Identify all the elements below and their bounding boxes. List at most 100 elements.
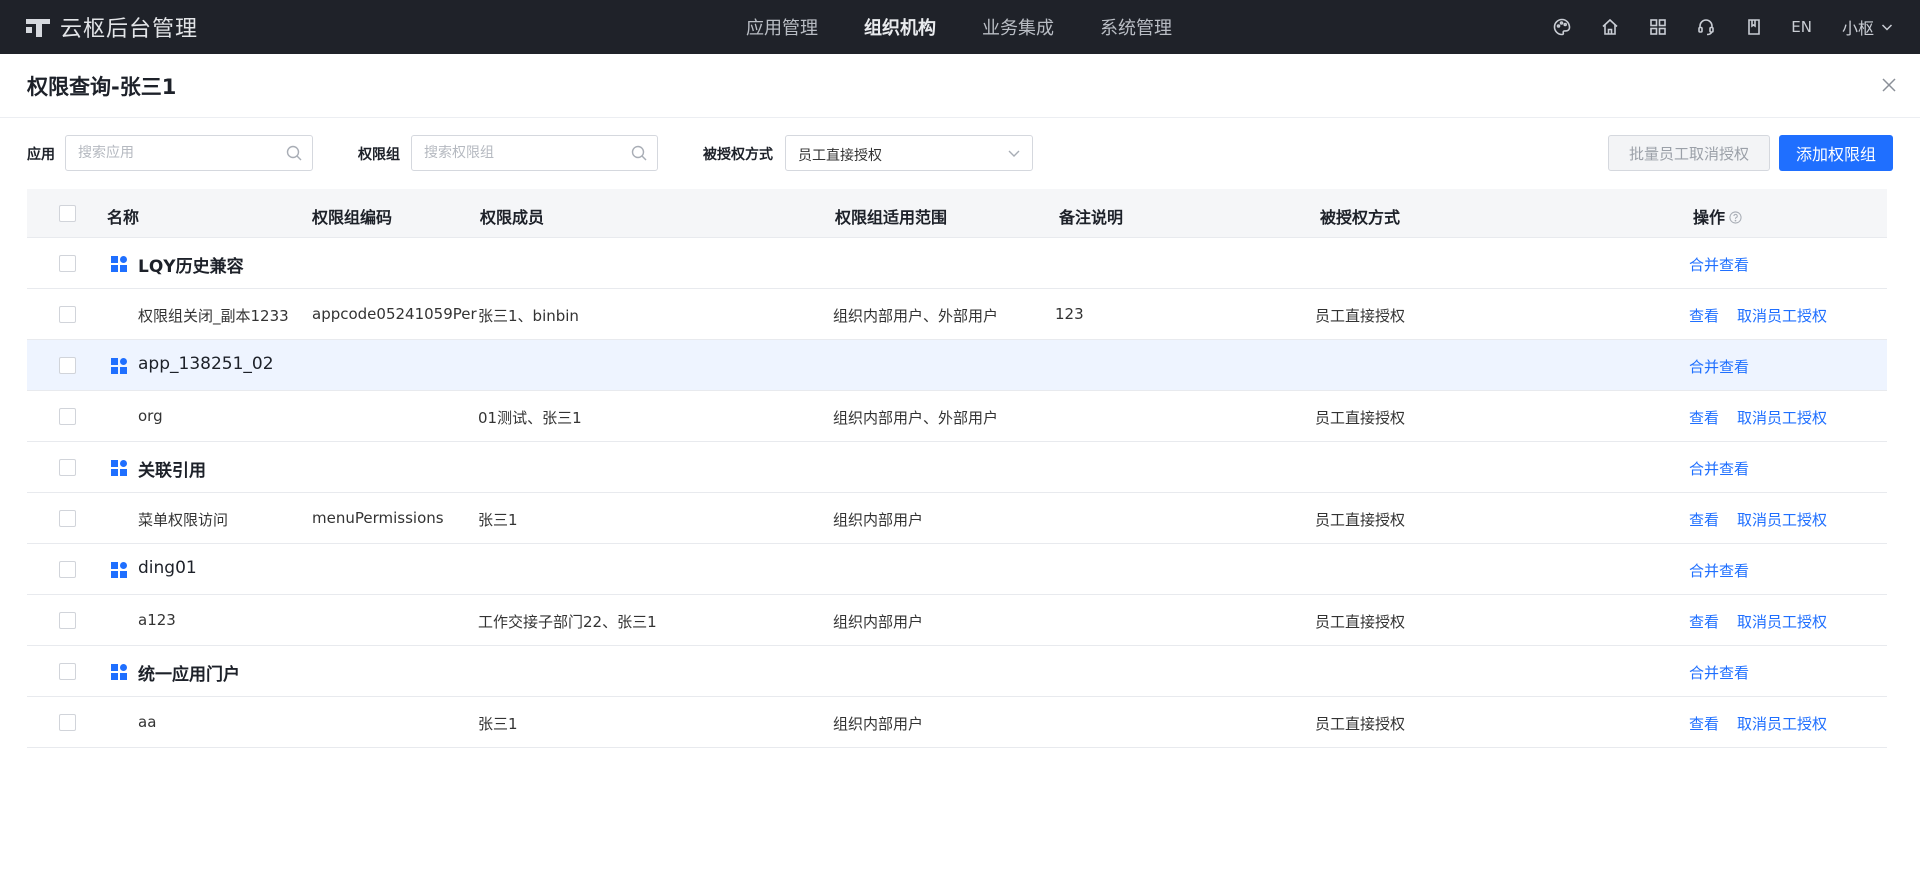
- group-name: 关联引用: [138, 461, 206, 481]
- table-row: 菜单权限访问 menuPermissions 张三1 组织内部用户 员工直接授权…: [27, 493, 1887, 544]
- nav-item-app-management[interactable]: 应用管理: [746, 14, 818, 40]
- row-scope: 组织内部用户: [833, 715, 924, 733]
- table-row: 权限组关闭_副本1233 appcode05241059Per 张三1、binb…: [27, 289, 1887, 340]
- table-header: 名称 权限组编码 权限成员 权限组适用范围 备注说明 被授权方式 操作: [27, 189, 1887, 238]
- table-group-row: 关联引用 合并查看: [27, 442, 1887, 493]
- search-icon[interactable]: [285, 144, 303, 162]
- home-icon[interactable]: [1599, 16, 1621, 38]
- group-name: 统一应用门户: [138, 665, 240, 685]
- user-menu[interactable]: 小枢: [1842, 15, 1894, 39]
- merge-view-link[interactable]: 合并查看: [1689, 662, 1749, 683]
- group-name: app_138251_02: [138, 354, 274, 374]
- row-checkbox[interactable]: [59, 561, 76, 578]
- grant-method-label: 被授权方式: [703, 147, 773, 163]
- group-filter-label: 权限组: [358, 147, 400, 163]
- row-checkbox[interactable]: [59, 408, 76, 425]
- row-checkbox[interactable]: [59, 459, 76, 476]
- view-link[interactable]: 查看: [1689, 611, 1719, 632]
- cancel-grant-link[interactable]: 取消员工授权: [1737, 407, 1827, 428]
- row-members: 张三1: [478, 715, 518, 733]
- table-group-row: 统一应用门户 合并查看: [27, 646, 1887, 697]
- view-link[interactable]: 查看: [1689, 305, 1719, 326]
- app-filter-label: 应用: [27, 147, 55, 163]
- search-icon[interactable]: [630, 144, 648, 162]
- column-header-name: 名称: [107, 208, 140, 227]
- help-icon[interactable]: [1729, 211, 1742, 224]
- row-members: 张三1、binbin: [478, 307, 579, 325]
- cancel-grant-link[interactable]: 取消员工授权: [1737, 713, 1827, 734]
- app-search-input[interactable]: [66, 136, 312, 170]
- grant-method-select[interactable]: 员工直接授权: [785, 135, 1033, 171]
- brand[interactable]: 云枢后台管理: [26, 0, 198, 54]
- app-search-box: [65, 135, 313, 171]
- book-icon[interactable]: [1743, 16, 1765, 38]
- support-headset-icon[interactable]: [1695, 16, 1717, 38]
- palette-icon[interactable]: [1551, 16, 1573, 38]
- table-row: org 01测试、张三1 组织内部用户、外部用户 员工直接授权 查看 取消员工授…: [27, 391, 1887, 442]
- row-remark: 123: [1055, 305, 1084, 323]
- column-header-actions: 操作: [1693, 204, 1742, 228]
- table-group-row: app_138251_02 合并查看: [27, 340, 1887, 391]
- column-header-scope: 权限组适用范围: [835, 208, 948, 227]
- merge-view-link[interactable]: 合并查看: [1689, 560, 1749, 581]
- cancel-grant-link[interactable]: 取消员工授权: [1737, 509, 1827, 530]
- merge-view-link[interactable]: 合并查看: [1689, 458, 1749, 479]
- table-group-row: ding01 合并查看: [27, 544, 1887, 595]
- column-header-grant-method: 被授权方式: [1320, 208, 1401, 227]
- language-switch[interactable]: EN: [1791, 18, 1812, 36]
- chevron-down-icon: [1881, 24, 1893, 31]
- table-row: a123 工作交接子部门22、张三1 组织内部用户 员工直接授权 查看 取消员工…: [27, 595, 1887, 646]
- app-grid-icon: [111, 460, 127, 476]
- nav-item-organization[interactable]: 组织机构: [864, 14, 936, 40]
- view-link[interactable]: 查看: [1689, 407, 1719, 428]
- column-header-code: 权限组编码: [312, 208, 393, 227]
- row-name: 权限组关闭_副本1233: [138, 307, 289, 325]
- actions-header-label: 操作: [1693, 208, 1726, 227]
- app-title: 云枢后台管理: [60, 17, 199, 42]
- row-members: 01测试、张三1: [478, 409, 582, 427]
- row-name: 菜单权限访问: [138, 511, 229, 529]
- row-checkbox[interactable]: [59, 306, 76, 323]
- select-all-checkbox[interactable]: [59, 205, 76, 222]
- batch-cancel-grant-button[interactable]: 批量员工取消授权: [1608, 135, 1770, 171]
- row-checkbox[interactable]: [59, 510, 76, 527]
- row-name: aa: [138, 713, 157, 731]
- app-grid-icon: [111, 562, 127, 578]
- app-grid-icon: [111, 256, 127, 272]
- main-nav: 应用管理 组织机构 业务集成 系统管理: [746, 0, 1218, 54]
- grid-apps-icon[interactable]: [1647, 16, 1669, 38]
- app-grid-icon: [111, 358, 127, 374]
- nav-item-business-integration[interactable]: 业务集成: [982, 14, 1054, 40]
- nav-item-system-management[interactable]: 系统管理: [1100, 14, 1172, 40]
- row-checkbox[interactable]: [59, 357, 76, 374]
- chevron-down-icon: [1008, 150, 1020, 157]
- row-checkbox[interactable]: [59, 255, 76, 272]
- permission-table: 名称 权限组编码 权限成员 权限组适用范围 备注说明 被授权方式 操作 LQY历…: [27, 189, 1887, 748]
- page-title: 权限查询-张三1: [27, 75, 177, 99]
- row-scope: 组织内部用户: [833, 511, 924, 529]
- row-grant-method: 员工直接授权: [1315, 307, 1406, 325]
- row-checkbox[interactable]: [59, 714, 76, 731]
- row-checkbox[interactable]: [59, 663, 76, 680]
- add-permission-group-button[interactable]: 添加权限组: [1779, 135, 1893, 171]
- cancel-grant-link[interactable]: 取消员工授权: [1737, 611, 1827, 632]
- row-code: appcode05241059Per: [312, 305, 477, 323]
- user-name: 小枢: [1841, 19, 1874, 38]
- row-checkbox[interactable]: [59, 612, 76, 629]
- panel-header: 权限查询-张三1: [0, 54, 1920, 118]
- row-scope: 组织内部用户: [833, 613, 924, 631]
- row-name: org: [138, 407, 163, 425]
- row-grant-method: 员工直接授权: [1315, 613, 1406, 631]
- cancel-grant-link[interactable]: 取消员工授权: [1737, 305, 1827, 326]
- close-icon[interactable]: [1880, 76, 1898, 94]
- grant-method-value: 员工直接授权: [798, 148, 882, 164]
- brand-logo-icon: [26, 15, 50, 39]
- row-grant-method: 员工直接授权: [1315, 511, 1406, 529]
- row-name: a123: [138, 611, 176, 629]
- view-link[interactable]: 查看: [1689, 509, 1719, 530]
- view-link[interactable]: 查看: [1689, 713, 1719, 734]
- column-header-members: 权限成员: [480, 208, 545, 227]
- group-search-input[interactable]: [412, 136, 657, 170]
- merge-view-link[interactable]: 合并查看: [1689, 356, 1749, 377]
- merge-view-link[interactable]: 合并查看: [1689, 254, 1749, 275]
